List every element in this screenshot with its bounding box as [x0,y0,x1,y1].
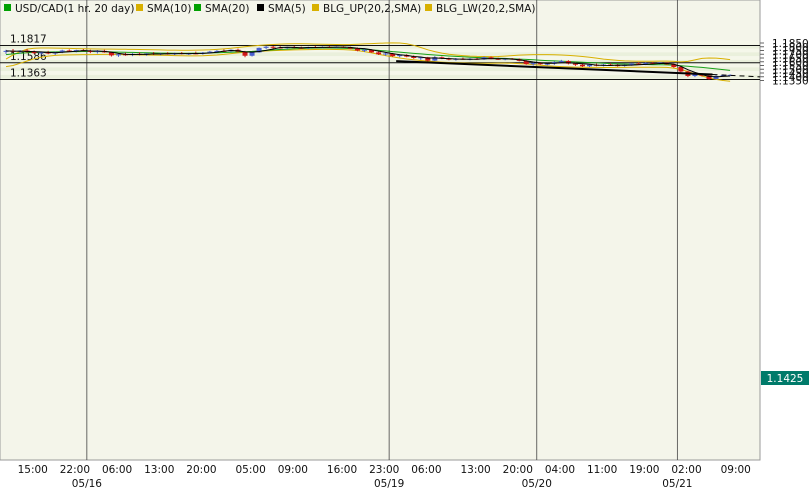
x-tick-label: 05:00 [236,464,266,476]
x-tick-label: 19:00 [629,464,659,476]
legend-swatch [136,4,143,11]
price-chart[interactable]: 1.18171.15861.1363 1.18501.18001.17501.1… [0,0,810,488]
x-tick-label: 13:00 [460,464,490,476]
x-tick-label: 20:00 [503,464,533,476]
legend-swatch [194,4,201,11]
legend-label: SMA(20) [205,3,249,15]
x-tick-label: 09:00 [278,464,308,476]
legend-swatch [312,4,319,11]
candle-body [270,46,276,48]
background-bands [0,0,760,460]
candle-body [579,64,585,67]
band [0,67,760,72]
candle-body [376,52,382,55]
x-date-label: 05/21 [662,478,692,488]
legend-swatch [4,4,11,11]
x-tick-label: 22:00 [60,464,90,476]
legend-swatch [257,4,264,11]
x-tick-label: 06:00 [102,464,132,476]
x-tick-label: 20:00 [186,464,216,476]
reference-line-label: 1.1363 [10,68,47,80]
x-date-label: 05/19 [374,478,404,488]
legend-swatch [425,4,432,11]
current-price-tag: 1.1425 [761,371,809,385]
x-tick-label: 06:00 [411,464,441,476]
x-tick-label: 02:00 [671,464,701,476]
candle-body [249,52,255,56]
x-tick-label: 04:00 [545,464,575,476]
candle-body [362,49,368,51]
x-tick-label: 13:00 [144,464,174,476]
x-tick-label: 11:00 [587,464,617,476]
x-tick-label: 15:00 [18,464,48,476]
legend-item: BLG_UP(20,2,SMA) [312,3,421,15]
x-date-label: 05/20 [522,478,552,488]
band [0,56,760,60]
candle-body [263,46,269,48]
legend-label: BLG_LW(20,2,SMA) [436,3,536,15]
band [0,74,760,79]
candle-body [355,48,360,51]
y-tick-label: 1.1350 [772,76,809,88]
reference-line-label: 1.1817 [10,33,47,45]
legend-item: USD/CAD(1 hr. 20 day) [4,3,134,15]
x-tick-label: 16:00 [327,464,357,476]
legend-label: SMA(5) [268,3,306,15]
legend-label: SMA(10) [147,3,191,15]
candle-body [115,54,121,56]
x-tick-label: 23:00 [369,464,399,476]
candle-body [530,63,536,65]
y-axis: 1.18501.18001.17501.17001.16501.16001.15… [760,38,809,88]
x-axis: 15:00 22:00 06:00 13:00 20:00 05:00 09:00 16:00… [18,464,751,488]
legend-label: BLG_UP(20,2,SMA) [323,3,421,15]
x-date-label: 05/16 [72,478,103,488]
current-price-label: 1.1425 [767,373,804,385]
legend-item: BLG_LW(20,2,SMA) [425,3,536,15]
legend: USD/CAD(1 hr. 20 day) SMA(10) SMA(20) SMA(5… [4,3,536,15]
x-tick-label: 09:00 [721,464,751,476]
candle-body [383,53,389,55]
candle-body [558,61,564,63]
legend-label: USD/CAD(1 hr. 20 day) [15,3,134,15]
